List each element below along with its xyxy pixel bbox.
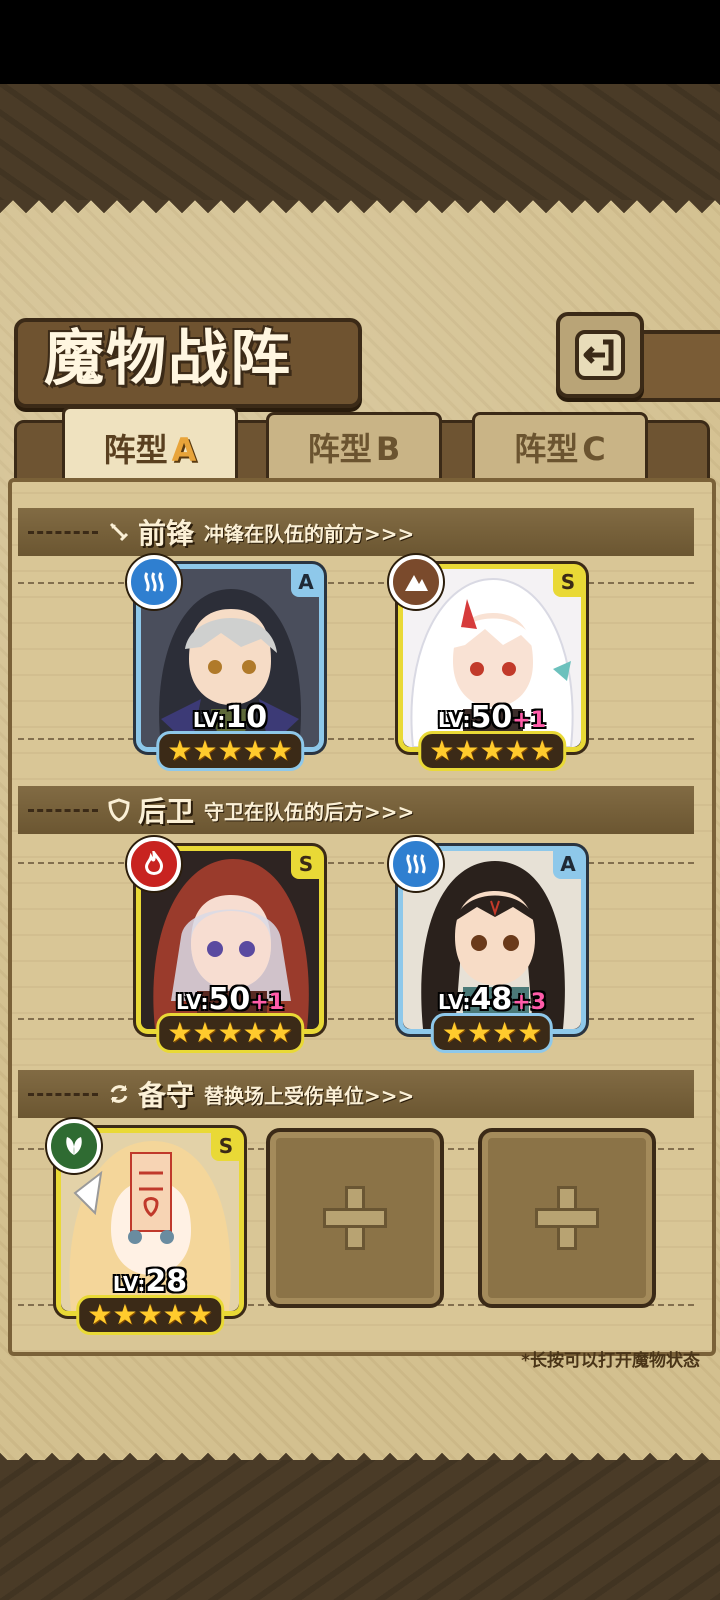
tab-letter: C — [582, 430, 606, 468]
level-value: 50 — [208, 982, 251, 1017]
unit-card-back-2[interactable]: A LV:48+3 ★★★★ — [389, 837, 586, 1053]
star-rating: ★★★★ — [430, 1013, 554, 1053]
tab-formation-b[interactable]: 阵型 B — [266, 412, 442, 482]
level-prefix: LV: — [175, 990, 209, 1014]
empty-reserve-slot-3[interactable] — [478, 1128, 656, 1308]
level-value: 48 — [470, 982, 513, 1017]
level-prefix: LV: — [437, 990, 471, 1014]
section-header-front: 前锋 冲锋在队伍的前方>>> — [28, 508, 688, 556]
level-prefix: LV: — [192, 708, 226, 732]
add-icon — [535, 1186, 599, 1250]
tab-formation-c[interactable]: 阵型 C — [472, 412, 648, 482]
water-element-icon — [389, 837, 443, 891]
stars-text: ★★★★★ — [87, 1298, 213, 1331]
level-value: 50 — [470, 700, 513, 735]
level-plus: +3 — [512, 990, 547, 1015]
section-title: 备守 — [138, 1079, 195, 1112]
rank-badge: A — [553, 849, 583, 879]
level-value: 28 — [145, 1264, 188, 1299]
level-plus: +1 — [250, 990, 285, 1015]
row-guide — [18, 862, 694, 864]
tab-letter: A — [171, 431, 197, 469]
unit-card-back-1[interactable]: S LV:50+1 ★★★★★ — [127, 837, 324, 1053]
stars-text: ★★★★★ — [167, 734, 293, 767]
section-title: 后卫 — [138, 795, 195, 828]
leaf-element-icon — [47, 1119, 101, 1173]
section-desc: 守卫在队伍的后方>>> — [204, 799, 415, 824]
unit-card-front-2[interactable]: S LV:50+1 ★★★★★ — [389, 555, 586, 771]
star-rating: ★★★★★ — [76, 1295, 224, 1335]
unit-level: LV:10 — [141, 700, 319, 735]
tab-label: 阵型 — [307, 430, 372, 468]
divider-dash — [28, 808, 98, 812]
unit-card-front-1[interactable]: A LV:10 ★★★★★ — [127, 555, 324, 771]
earth-element-icon — [389, 555, 443, 609]
section-header-back: 后卫 守卫在队伍的后方>>> — [28, 786, 688, 834]
row-guide — [18, 738, 694, 740]
divider-dash — [28, 1092, 98, 1096]
stars-text: ★★★★★ — [429, 734, 555, 767]
stars-text: ★★★★ — [441, 1016, 543, 1049]
swap-icon — [106, 1081, 132, 1107]
tab-label: 阵型 — [514, 430, 579, 468]
unit-level: LV:50+1 — [403, 700, 581, 735]
unit-level: LV:48+3 — [403, 982, 581, 1017]
level-value: 10 — [225, 700, 268, 735]
section-title: 前锋 — [138, 517, 195, 550]
row-guide — [18, 1018, 694, 1020]
tab-label: 阵型 — [103, 431, 168, 469]
add-icon — [323, 1186, 387, 1250]
shield-icon — [106, 797, 132, 823]
star-rating: ★★★★★ — [156, 1013, 304, 1053]
section-desc: 替换场上受伤单位>>> — [204, 1083, 415, 1108]
section-desc: 冲锋在队伍的前方>>> — [204, 521, 415, 546]
return-arrow-icon — [575, 330, 625, 380]
empty-reserve-slot-2[interactable] — [266, 1128, 444, 1308]
divider-dash — [28, 530, 98, 534]
level-prefix: LV: — [112, 1272, 146, 1296]
star-rating: ★★★★★ — [156, 731, 304, 771]
level-plus: +1 — [512, 708, 547, 733]
water-element-icon — [127, 555, 181, 609]
status-bar — [0, 0, 720, 84]
page-title: 魔物战阵 — [44, 324, 292, 394]
row-guide — [18, 582, 694, 584]
rank-badge: S — [553, 567, 583, 597]
map-background-bottom — [0, 1460, 720, 1600]
map-background-top — [0, 84, 720, 204]
star-rating: ★★★★★ — [418, 731, 566, 771]
sword-icon — [106, 519, 132, 545]
tab-letter: B — [375, 430, 401, 468]
rank-badge: A — [291, 567, 321, 597]
stars-text: ★★★★★ — [167, 1016, 293, 1049]
torn-edge-top — [0, 200, 720, 226]
unit-level: LV:28 — [61, 1264, 239, 1299]
rank-badge: S — [211, 1131, 241, 1161]
back-button[interactable] — [556, 312, 644, 398]
section-header-reserve: 备守 替换场上受伤单位>>> — [28, 1070, 688, 1118]
rank-badge: S — [291, 849, 321, 879]
fire-element-icon — [127, 837, 181, 891]
long-press-hint: *长按可以打开魔物状态 — [521, 1351, 700, 1371]
unit-card-reserve-1[interactable]: S LV:28 ★★★★★ — [47, 1119, 244, 1335]
unit-level: LV:50+1 — [141, 982, 319, 1017]
level-prefix: LV: — [437, 708, 471, 732]
